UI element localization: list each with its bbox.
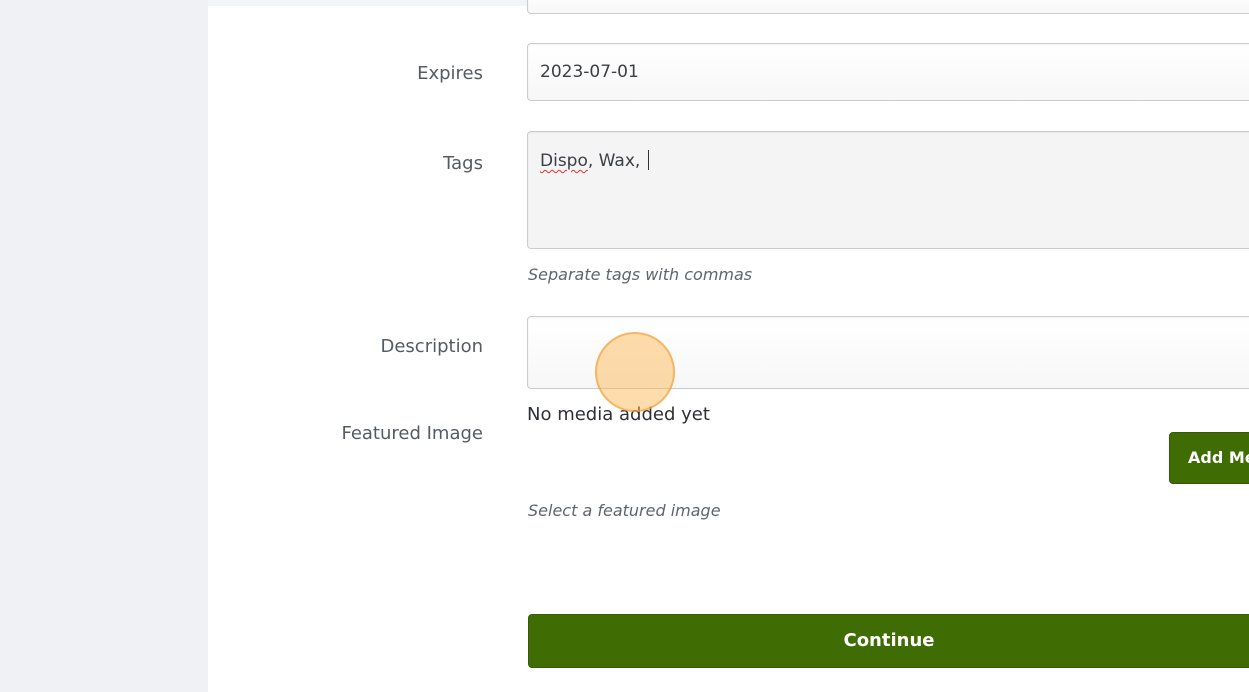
expires-value: 2023-07-01 — [540, 62, 639, 82]
tags-content: Dispo, Wax, — [540, 150, 649, 171]
text-caret — [647, 150, 649, 170]
tags-rest-text: , Wax, — [587, 151, 646, 171]
tags-misspelled-word: Dispo — [540, 151, 588, 171]
tags-help-text: Separate tags with commas — [528, 265, 753, 284]
description-label: Description — [380, 336, 483, 357]
expires-label: Expires — [417, 63, 483, 84]
continue-button[interactable]: Continue — [528, 614, 1249, 668]
expires-input[interactable]: 2023-07-01 — [527, 43, 1249, 101]
tags-label: Tags — [443, 153, 483, 174]
no-media-text: No media added yet — [527, 404, 710, 425]
featured-image-label: Featured Image — [341, 423, 483, 444]
sidebar-background — [0, 0, 208, 692]
description-input[interactable] — [527, 316, 1249, 389]
featured-image-help-text: Select a featured image — [528, 501, 721, 520]
add-media-button[interactable]: Add Me — [1169, 432, 1249, 484]
previous-field-input[interactable] — [527, 0, 1249, 14]
tags-textarea[interactable]: Dispo, Wax, — [527, 131, 1249, 249]
